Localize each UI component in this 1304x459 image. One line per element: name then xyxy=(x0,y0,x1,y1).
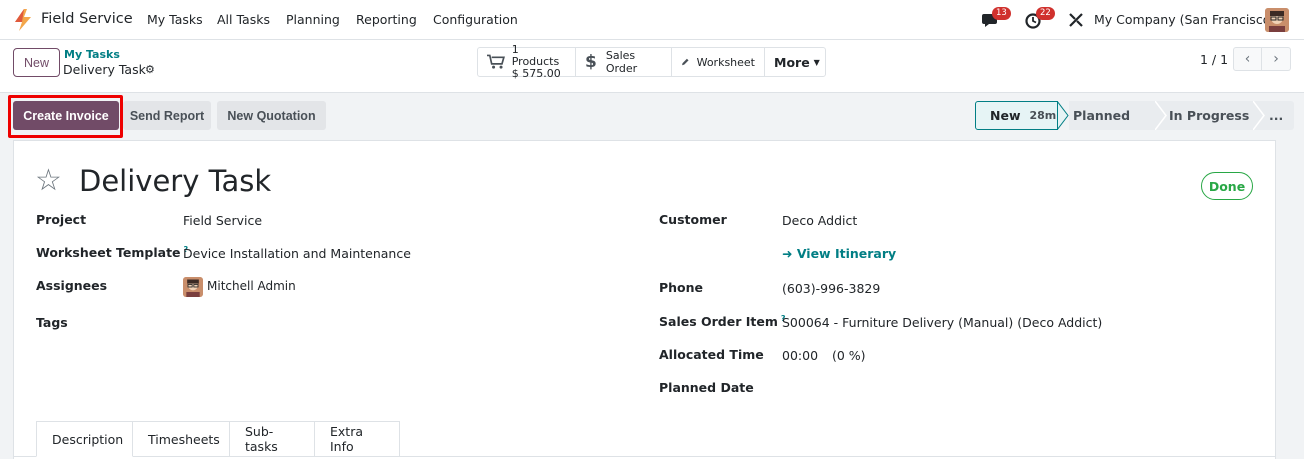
stage-new[interactable]: New 28m xyxy=(975,101,1058,130)
phone-label: Phone xyxy=(659,280,704,295)
company-switcher[interactable]: My Company (San Francisco) xyxy=(1094,12,1275,27)
customer-field[interactable]: Deco Addict xyxy=(782,213,857,228)
dollar-icon: $ xyxy=(585,52,597,72)
phone-field[interactable]: (603)-996-3829 xyxy=(782,281,880,296)
stage-arrow-1 xyxy=(1057,101,1069,130)
worksheet-label: Worksheet xyxy=(696,55,755,69)
breadcrumb-my-tasks[interactable]: My Tasks xyxy=(64,48,120,61)
notebook-tabs: Description Timesheets Sub-tasks Extra I… xyxy=(36,421,400,459)
stage-status-bar: New 28m Planned In Progress ... xyxy=(975,101,1294,130)
tab-description[interactable]: Description xyxy=(36,421,133,457)
worksheet-stat-button[interactable]: Worksheet xyxy=(672,48,765,76)
send-report-button[interactable]: Send Report xyxy=(123,101,211,130)
stage-arrow-3 xyxy=(1253,101,1265,130)
stage-time: 28m xyxy=(1029,109,1057,122)
stage-arrow-2 xyxy=(1155,101,1167,130)
worksheet-template-field[interactable]: Device Installation and Maintenance xyxy=(183,246,411,261)
stage-in-progress[interactable]: In Progress xyxy=(1167,101,1253,130)
menu-all-tasks[interactable]: All Tasks xyxy=(217,12,270,27)
worksheet-template-label-text: Worksheet Template xyxy=(36,245,181,261)
sales-order-label: Sales Order xyxy=(605,49,638,75)
gear-icon[interactable]: ⚙ xyxy=(145,63,155,76)
sales-order-item-label-text: Sales Order Item xyxy=(659,314,778,330)
task-title[interactable]: Delivery Task xyxy=(79,164,271,198)
field-service-logo-icon[interactable] xyxy=(13,9,33,31)
caret-down-icon: ▼ xyxy=(813,57,820,67)
stage-planned[interactable]: Planned xyxy=(1069,101,1155,130)
view-itinerary-link[interactable]: ➜ View Itinerary xyxy=(782,246,896,261)
top-navbar: Field Service My Tasks All Tasks Plannin… xyxy=(0,0,1304,40)
stage-in-progress-label: In Progress xyxy=(1169,108,1250,123)
favorite-star-icon[interactable]: ☆ xyxy=(35,163,62,198)
stage-new-label: New xyxy=(990,108,1021,123)
new-button[interactable]: New xyxy=(13,48,60,77)
done-state-button[interactable]: Done xyxy=(1201,172,1253,200)
arrow-right-icon: ➜ xyxy=(782,246,797,261)
products-amount: $ 575.00 xyxy=(511,67,561,80)
highlight-annotation xyxy=(8,95,123,138)
more-stat-button[interactable]: More ▼ xyxy=(765,48,825,76)
tags-field[interactable] xyxy=(183,313,603,331)
tags-label: Tags xyxy=(36,315,68,330)
allocated-time-label: Allocated Time xyxy=(659,347,764,362)
assignee-name[interactable]: Mitchell Admin xyxy=(207,279,296,293)
menu-configuration[interactable]: Configuration xyxy=(433,12,518,27)
cart-icon xyxy=(487,54,505,69)
app-name[interactable]: Field Service xyxy=(41,11,133,27)
stage-more-label: ... xyxy=(1269,108,1284,123)
products-count: 1 Products xyxy=(511,43,560,68)
products-stat-button[interactable]: 1 Products $ 575.00 xyxy=(478,44,576,80)
more-label: More xyxy=(774,54,810,70)
project-label: Project xyxy=(36,212,87,227)
smart-buttons: 1 Products $ 575.00 $ Sales Order Worksh… xyxy=(477,44,826,80)
tab-timesheets[interactable]: Timesheets xyxy=(133,421,230,457)
menu-reporting[interactable]: Reporting xyxy=(356,12,417,27)
messages-button[interactable]: 13 xyxy=(982,7,1011,30)
breadcrumb-current: Delivery Task xyxy=(63,62,146,77)
activities-button[interactable]: 22 xyxy=(1025,7,1055,30)
menu-my-tasks[interactable]: My Tasks xyxy=(147,12,203,27)
allocated-time-field[interactable]: 00:00 xyxy=(782,348,818,363)
pager-next-button[interactable]: › xyxy=(1262,47,1291,71)
sales-order-item-field[interactable]: S00064 - Furniture Delivery (Manual) (De… xyxy=(782,315,1102,330)
user-avatar[interactable] xyxy=(1265,8,1289,32)
assignee-avatar-icon xyxy=(183,277,203,297)
allocated-time-percent: (0 %) xyxy=(832,348,866,363)
sales-order-stat-button[interactable]: $ Sales Order xyxy=(576,48,672,76)
new-quotation-button[interactable]: New Quotation xyxy=(217,101,326,130)
tab-extra-info[interactable]: Extra Info xyxy=(315,421,400,457)
planned-date-label: Planned Date xyxy=(659,380,754,395)
project-field[interactable]: Field Service xyxy=(183,213,262,228)
chevron-left-icon: ‹ xyxy=(1244,51,1251,67)
worksheet-template-label: Worksheet Template? xyxy=(36,245,188,260)
assignee-avatar xyxy=(183,277,203,297)
stage-planned-label: Planned xyxy=(1073,108,1131,123)
view-itinerary-label: View Itinerary xyxy=(796,246,897,261)
messages-badge: 13 xyxy=(992,7,1011,20)
pager-value[interactable]: 1 / 1 xyxy=(1200,52,1228,67)
pencil-icon xyxy=(682,58,689,66)
pager-previous-button[interactable]: ‹ xyxy=(1233,47,1262,71)
debug-tools-icon[interactable] xyxy=(1068,12,1084,28)
menu-planning[interactable]: Planning xyxy=(286,12,340,27)
user-avatar-icon xyxy=(1265,8,1289,32)
assignees-label: Assignees xyxy=(36,278,108,293)
activities-badge: 22 xyxy=(1036,7,1055,20)
planned-date-field[interactable] xyxy=(782,378,1242,396)
tab-sub-tasks[interactable]: Sub-tasks xyxy=(230,421,315,457)
chevron-right-icon: › xyxy=(1273,51,1279,67)
customer-label: Customer xyxy=(659,212,727,227)
sales-order-item-label: Sales Order Item? xyxy=(659,314,786,329)
stage-more-button[interactable]: ... xyxy=(1265,101,1294,130)
